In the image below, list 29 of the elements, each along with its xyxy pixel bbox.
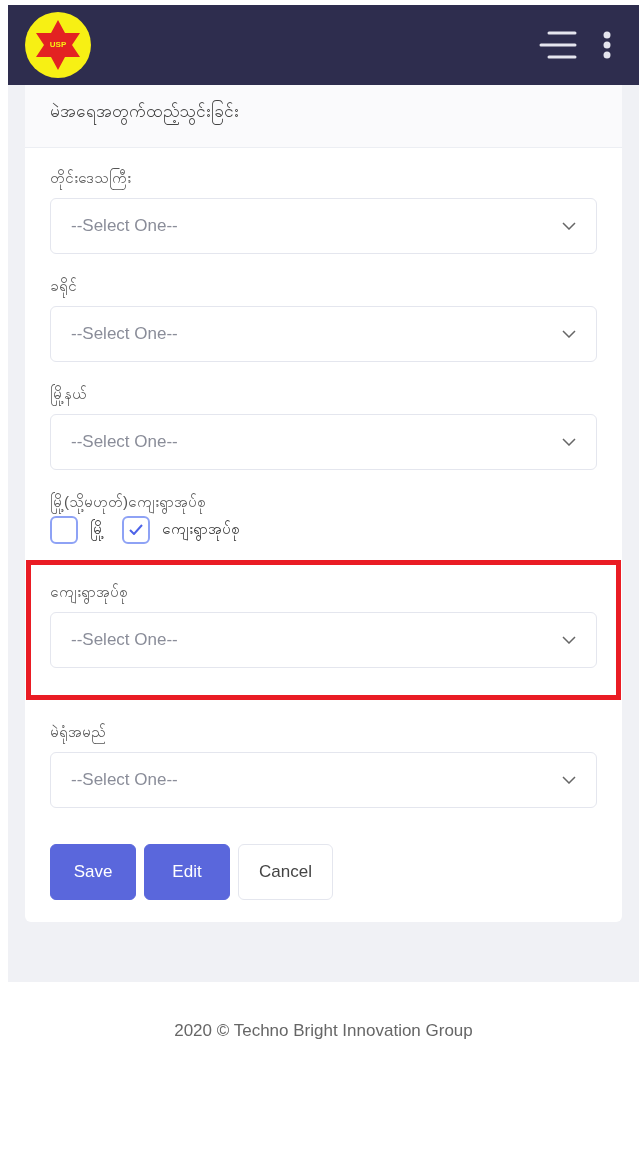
field-label: ခရိုင် — [50, 273, 597, 298]
action-button[interactable]: Cancel — [238, 843, 333, 900]
chevron-down-icon — [562, 329, 576, 338]
checkbox[interactable] — [50, 515, 78, 544]
select-field[interactable]: --Select One-- — [50, 197, 597, 254]
logo-text: USP — [49, 39, 67, 51]
star-icon — [36, 20, 80, 70]
checkbox-label: မြို့ — [90, 518, 104, 541]
menu-icon[interactable] — [539, 31, 577, 59]
field-label: ကျေးရွာအုပ်စု — [50, 579, 597, 604]
field-label: မဲရုံအမည် — [50, 719, 597, 744]
field-label: မြို့နယ် — [50, 381, 597, 406]
chevron-down-icon — [562, 635, 576, 644]
footer-text: 2020 © Techno Bright Innovation Group — [174, 1019, 473, 1042]
checkbox[interactable] — [122, 515, 150, 544]
action-button[interactable]: Edit — [144, 843, 230, 900]
select-field[interactable]: --Select One-- — [50, 413, 597, 470]
checkbox-label: ကျေးရွာအုပ်စု — [162, 518, 240, 541]
check-icon — [129, 524, 143, 535]
action-button[interactable]: Save — [50, 843, 136, 900]
field-label: တိုင်းဒေသကြီး — [50, 165, 597, 190]
select-field[interactable]: --Select One-- — [50, 611, 597, 668]
chevron-down-icon — [562, 221, 576, 230]
select-field[interactable]: --Select One-- — [50, 751, 597, 808]
chevron-down-icon — [562, 775, 576, 784]
more-icon[interactable] — [603, 31, 611, 59]
field-label: မြို့(သို့မဟုတ်)ကျေးရွာအုပ်စု — [50, 489, 597, 514]
chevron-down-icon — [562, 437, 576, 446]
select-field[interactable]: --Select One-- — [50, 305, 597, 362]
